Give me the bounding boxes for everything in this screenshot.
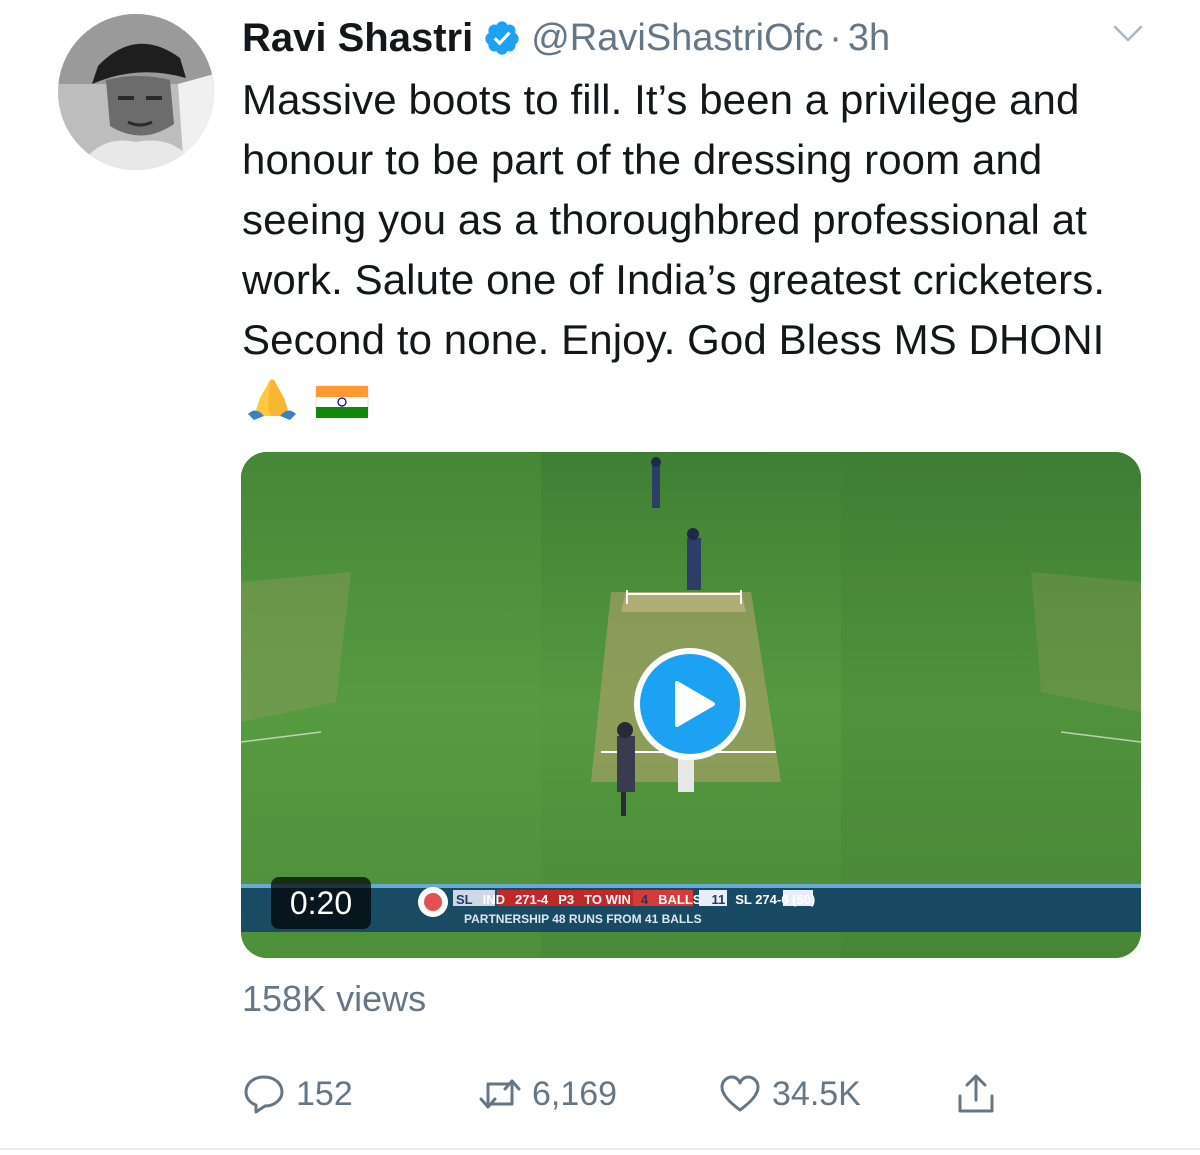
verified-badge-icon [483,19,521,57]
chevron-down-icon[interactable] [1112,22,1144,46]
author-avatar[interactable] [58,14,214,170]
header-separator: · [829,16,842,59]
like-button[interactable]: 34.5K [718,1066,861,1122]
play-icon [675,681,715,727]
like-count: 34.5K [772,1074,861,1113]
reply-button[interactable]: 152 [242,1066,353,1122]
score-partnership: PARTNERSHIP 48 RUNS FROM 41 BALLS [464,912,702,926]
retweet-icon [479,1079,521,1109]
tweet-timestamp[interactable]: 3h [848,17,890,60]
share-icon [958,1074,994,1113]
tweet-divider [0,1148,1200,1150]
reply-icon [244,1075,284,1114]
scoreboard-overlay: SL IND 271-4 P3 TO WIN 4 BALLS 11 SL 274… [241,884,1141,936]
avatar-photo [58,14,214,170]
scoreboard-row: SL IND 271-4 P3 TO WIN 4 BALLS 11 SL 274… [456,890,825,908]
view-count: 158K views [242,978,427,1019]
score-balls: 11 [711,891,726,907]
folded-hands-emoji [242,376,302,436]
author-handle[interactable]: @RaviShastriOfc [531,17,823,60]
score-code: P3 [558,891,575,907]
score-value: 271-4 [515,891,549,907]
play-button[interactable] [634,648,746,760]
score-to-win: 4 [640,891,649,907]
score-opponent: SL 274-6 (50) [735,891,816,907]
reply-count: 152 [296,1074,353,1113]
tweet-header: Ravi Shastri @RaviShastriOfc · 3h [242,12,890,64]
score-team1: SL [456,891,473,907]
video-duration: 0:20 [271,877,371,929]
tweet-text: Massive boots to fill. It’s been a privi… [242,70,1162,436]
score-balls-label: BALLS [658,891,702,907]
heart-icon [720,1075,760,1112]
tweet-body: Massive boots to fill. It’s been a privi… [242,76,1106,363]
score-to-win-label: TO WIN [584,891,631,907]
tweet-actions: 152 6,169 34.5K [242,1066,1142,1122]
score-team2: IND [482,891,506,907]
retweet-count: 6,169 [532,1074,618,1113]
author-name[interactable]: Ravi Shastri [242,16,473,61]
india-flag-emoji [314,376,370,436]
share-button[interactable] [954,1066,1008,1122]
retweet-button[interactable]: 6,169 [478,1066,617,1122]
